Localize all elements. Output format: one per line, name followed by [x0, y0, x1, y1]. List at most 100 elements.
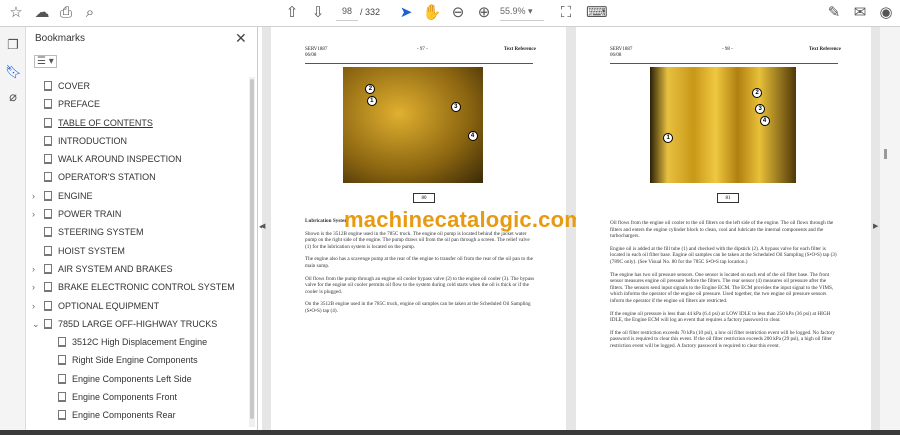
- page-total: / 332: [360, 7, 381, 17]
- doc-id: SERV1887 06/08: [305, 47, 328, 58]
- bookmark-icon: [44, 300, 52, 311]
- search-zoom-icon[interactable]: ⌕: [80, 4, 100, 22]
- bookmark-label: Engine Components Left Side: [72, 373, 192, 384]
- bookmark-item[interactable]: › ENGINE: [26, 187, 248, 205]
- paragraph: Shown is the 3512B engine used in the 78…: [305, 230, 530, 250]
- paragraph: If the oil filter restriction exceeds 70…: [610, 329, 836, 349]
- bookmarks-scrollbar[interactable]: [249, 77, 255, 427]
- bookmark-item[interactable]: ⌄ 785D LARGE OFF-HIGHWAY TRUCKS: [26, 315, 248, 333]
- bookmark-icon: [44, 263, 52, 274]
- bookmark-label: OPTIONAL EQUIPMENT: [58, 300, 160, 311]
- bookmarks-icon[interactable]: 🔖︎: [5, 64, 22, 80]
- select-cursor-icon[interactable]: ➤: [396, 4, 416, 22]
- callout-marker: 3: [450, 101, 461, 112]
- close-icon[interactable]: ✕: [235, 30, 247, 47]
- bookmark-icon: [58, 392, 66, 403]
- bookmark-label: COVER: [58, 81, 91, 91]
- bookmark-star-icon[interactable]: ☆: [6, 4, 26, 22]
- attachments-icon[interactable]: ⌀: [5, 89, 21, 105]
- bookmark-options-button[interactable]: ☰ ▾: [34, 55, 57, 68]
- previous-page-icon[interactable]: ⇧: [282, 4, 302, 22]
- bookmark-label: Engine Components Front: [72, 392, 178, 403]
- callout-marker: 1: [366, 96, 377, 106]
- paragraph: On the 3512B engine used in the 785C tru…: [305, 301, 531, 314]
- bookmark-icon: [44, 227, 52, 238]
- callout-marker: 3: [755, 104, 766, 115]
- page-number-input[interactable]: 98: [336, 6, 358, 21]
- bookmark-item[interactable]: COVER: [26, 77, 248, 95]
- callout-marker: 4: [759, 115, 770, 126]
- bookmark-list: COVER PREFACE TABLE OF CONTENTS INTRODUCTIO…: [26, 77, 248, 425]
- bookmark-icon: [44, 209, 52, 220]
- next-page-icon[interactable]: ⇩: [308, 4, 328, 22]
- bookmark-icon: [44, 318, 52, 329]
- bookmark-item[interactable]: Engine Components Left Side: [26, 370, 248, 388]
- section-label: Text Reference: [809, 47, 841, 52]
- keyboard-scroll-icon[interactable]: ⌨: [586, 4, 608, 22]
- bookmark-item[interactable]: WALK AROUND INSPECTION: [26, 150, 248, 168]
- bookmark-item[interactable]: › OPTIONAL EQUIPMENT: [26, 297, 248, 315]
- bookmark-item[interactable]: › BRAKE ELECTRONIC CONTROL SYSTEM: [26, 278, 248, 296]
- chevron-right-icon[interactable]: ›: [32, 260, 35, 278]
- visual-number: 81: [717, 193, 739, 203]
- bookmark-item[interactable]: HOIST SYSTEM: [26, 242, 248, 260]
- account-icon[interactable]: ◉: [876, 4, 896, 22]
- bookmark-item[interactable]: Right Side Engine Components: [26, 351, 248, 369]
- watermark: machinecatalogic.com: [344, 207, 584, 232]
- chevron-right-icon[interactable]: ›: [32, 278, 35, 296]
- bookmark-label: Engine Components Rear: [72, 410, 176, 421]
- doc-id: SERV1887 06/08: [610, 47, 633, 58]
- bookmark-item[interactable]: 3512C High Displacement Engine: [26, 333, 248, 351]
- bookmark-label: AIR SYSTEM AND BRAKES: [58, 263, 173, 274]
- zoom-out-icon[interactable]: ⊖: [448, 4, 468, 22]
- hand-tool-icon[interactable]: ✋: [422, 4, 442, 22]
- bookmark-label: INTRODUCTION: [58, 135, 127, 146]
- zoom-in-icon[interactable]: ⊕: [474, 4, 494, 22]
- bookmark-label: HOIST SYSTEM: [58, 245, 125, 256]
- left-rail: ❐ 🔖︎ ⌀: [0, 27, 26, 435]
- print-icon[interactable]: ⎙: [56, 4, 76, 22]
- header-rule: [610, 63, 838, 64]
- bookmark-icon: [58, 355, 66, 366]
- fit-page-icon[interactable]: ⛶: [556, 4, 576, 22]
- visual-number: 80: [413, 193, 435, 203]
- document-scrollbar[interactable]: [880, 27, 900, 430]
- bookmark-item[interactable]: Engine Components Rear: [26, 406, 248, 424]
- chevron-right-icon[interactable]: ›: [32, 297, 35, 315]
- bookmark-icon: [44, 172, 52, 183]
- share-link-icon[interactable]: ✉: [850, 4, 870, 22]
- next-page-arrow-icon[interactable]: ▶: [873, 222, 878, 230]
- bookmark-icon: [58, 410, 66, 421]
- bookmark-item[interactable]: TABLE OF CONTENTS: [26, 114, 248, 132]
- previous-page-arrow-icon[interactable]: ◀: [260, 222, 265, 230]
- taskbar-strip: [0, 430, 900, 435]
- chevron-right-icon[interactable]: ›: [32, 205, 35, 223]
- bookmark-item[interactable]: › POWER TRAIN: [26, 205, 248, 223]
- bookmark-label: POWER TRAIN: [58, 209, 122, 220]
- callout-marker: 2: [752, 87, 763, 98]
- paragraph: Engine oil is added at the fill tube (1)…: [610, 245, 837, 265]
- chevron-down-icon[interactable]: ⌄: [32, 315, 40, 333]
- upload-cloud-icon[interactable]: ☁: [32, 4, 52, 22]
- bookmark-item[interactable]: Engine Components Front: [26, 388, 248, 406]
- bookmark-item[interactable]: STEERING SYSTEM: [26, 223, 248, 241]
- bookmark-item[interactable]: PREFACE: [26, 95, 248, 113]
- bookmark-item[interactable]: INTRODUCTION: [26, 132, 248, 150]
- page-98: SERV1887 06/08 - 98 - Text Reference 1 2 34…: [576, 27, 871, 430]
- bookmark-icon: [44, 154, 52, 165]
- bookmark-label: STEERING SYSTEM: [58, 227, 144, 238]
- paragraph: If the engine oil pressure is less than …: [610, 310, 831, 324]
- engine-photo: 12 3 4: [343, 67, 483, 183]
- bookmarks-panel: Bookmarks ✕ ☰ ▾ COVER PREFACE TABLE OF CON…: [26, 27, 258, 430]
- bookmark-item[interactable]: OPERATOR'S STATION: [26, 168, 248, 186]
- page-number-label: - 98 -: [722, 47, 733, 52]
- bookmark-icon: [44, 282, 52, 293]
- zoom-level-value: 55.9%: [500, 6, 526, 16]
- zoom-level-select[interactable]: 55.9% ▾: [500, 6, 544, 21]
- bookmark-item[interactable]: › AIR SYSTEM AND BRAKES: [26, 260, 248, 278]
- bookmark-icon: [44, 117, 52, 128]
- sign-pen-icon[interactable]: ✎: [824, 4, 844, 22]
- page-thumbnails-icon[interactable]: ❐: [5, 37, 21, 53]
- bookmark-label: 3512C High Displacement Engine: [72, 337, 208, 348]
- chevron-right-icon[interactable]: ›: [32, 187, 35, 205]
